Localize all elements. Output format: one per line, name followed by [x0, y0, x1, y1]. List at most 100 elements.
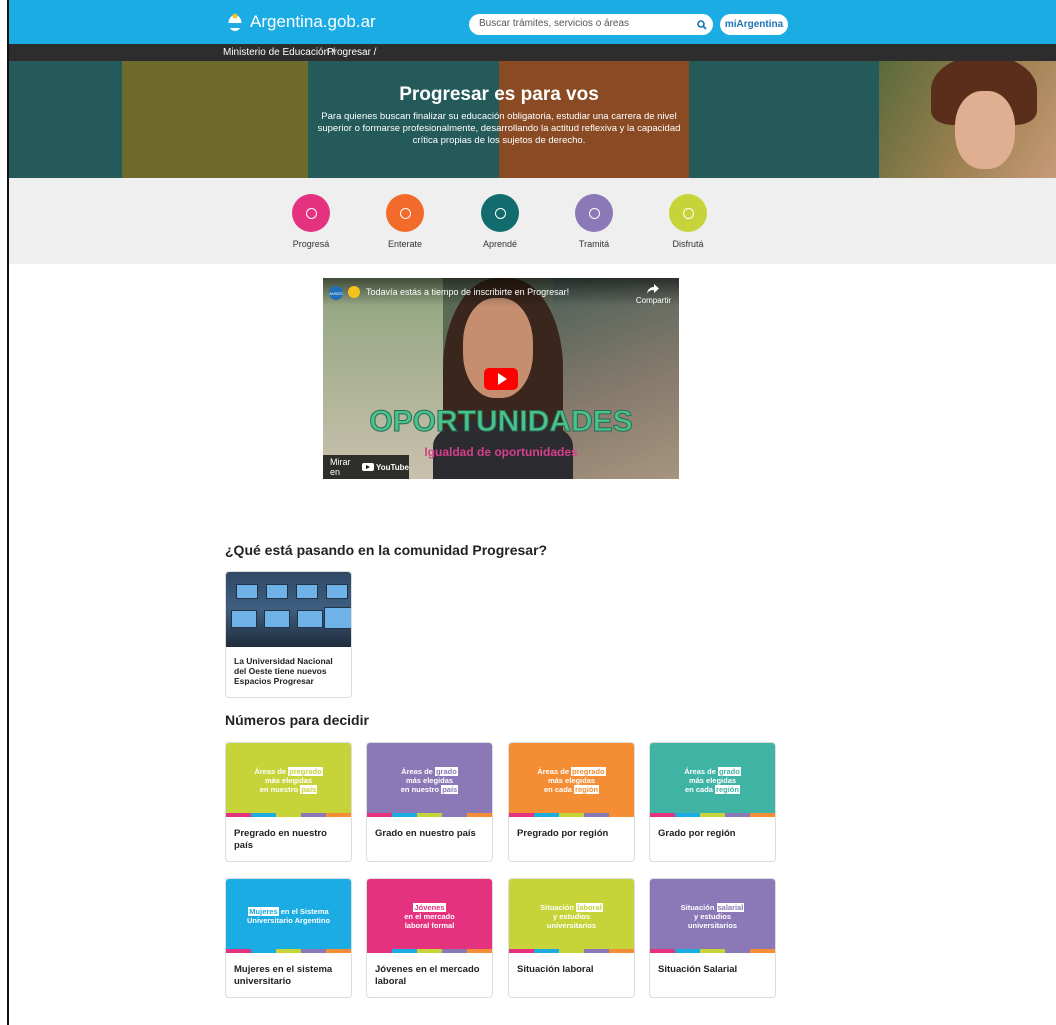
nav-item-enterate[interactable]: Enterate	[370, 194, 440, 249]
channel-avatar[interactable]: ANSES	[329, 286, 343, 300]
card-graphic-hl: laboral	[576, 902, 603, 912]
search-input[interactable]: Buscar trámites, servicios o áreas	[479, 18, 629, 29]
card-graphic-pre: Áreas de	[684, 766, 716, 776]
card-graphic-pre: Situación	[540, 902, 575, 912]
youtube-logo: YouTube	[361, 462, 409, 472]
color-bars	[509, 813, 634, 817]
breadcrumb-item-progresar[interactable]: Progresar /	[327, 47, 376, 58]
hero-banner: Progresar es para vos Para quienes busca…	[9, 61, 1056, 178]
card-graphic-hl: pregrado	[571, 766, 606, 776]
nav-circle	[386, 194, 424, 232]
nav-label: Aprendé	[482, 239, 518, 249]
circle-icon	[399, 207, 411, 219]
numbers-card[interactable]: Mujeres en el Sistema Universitario Argen…	[225, 878, 352, 998]
circle-icon	[682, 207, 694, 219]
search-box[interactable]: Buscar trámites, servicios o áreas	[469, 14, 713, 35]
miargentina-button[interactable]: miArgentina	[720, 14, 788, 35]
card-graphic-l3hl: país	[441, 784, 459, 794]
card-graphic-hl: Mujeres	[248, 907, 279, 916]
numbers-card-graphic-text: Situación salarial y estudios universitari…	[680, 902, 745, 930]
nav-item-disfruta[interactable]: Disfrutá	[653, 194, 723, 249]
youtube-wordmark: YouTube	[375, 462, 409, 472]
numbers-card[interactable]: Áreas de grado más elegidas en cada región…	[649, 742, 776, 862]
card-graphic-l3hl: región	[574, 784, 599, 794]
top-navbar: Argentina.gob.ar Buscar trámites, servic…	[9, 0, 1056, 44]
community-heading: ¿Qué está pasando en la comunidad Progre…	[225, 542, 548, 558]
numbers-card-title: Mujeres en el sistema universitario	[234, 964, 333, 987]
numbers-card-graphic-text: Jóvenes en el mercado laboral formal	[404, 902, 455, 930]
color-bars	[226, 813, 351, 817]
breadcrumb-item-ministerio[interactable]: Ministerio de Educación /	[223, 47, 335, 58]
numbers-card-image: Áreas de grado más elegidas en nuestro paí…	[367, 743, 492, 817]
nav-item-progresa[interactable]: Progresá	[276, 194, 346, 249]
numbers-card-title: Pregrado en nuestro país	[234, 828, 327, 851]
nav-circle	[481, 194, 519, 232]
nav-label: Enterate	[387, 239, 423, 249]
color-bars	[367, 949, 492, 953]
color-bars	[367, 813, 492, 817]
card-graphic-hl: grado	[434, 766, 458, 776]
video-embed[interactable]: ANSES Todavía estás a tiempo de inscribi…	[323, 278, 679, 479]
card-graphic-pre: Situación	[680, 902, 715, 912]
news-image	[226, 572, 351, 647]
card-graphic-l2: más elegidas	[405, 775, 454, 785]
card-graphic-pre: Áreas de	[537, 766, 570, 776]
numbers-card[interactable]: Jóvenes en el mercado laboral formal Jóvene…	[366, 878, 493, 998]
circle-icon	[494, 207, 506, 219]
share-label: Compartir	[635, 296, 671, 305]
numbers-heading: Números para decidir	[225, 712, 369, 728]
video-overlay-title: OPORTUNIDADES	[369, 405, 633, 439]
numbers-card[interactable]: Áreas de pregrado más elegidas en cada reg…	[508, 742, 635, 862]
numbers-card-graphic-text: Mujeres en el Sistema Universitario Argen…	[247, 907, 330, 925]
numbers-card[interactable]: Áreas de pregrado más elegidas en nuestro …	[225, 742, 352, 862]
numbers-card-title: Grado por región	[658, 828, 736, 839]
card-graphic-l3pre: universitarios	[687, 920, 738, 930]
color-bars	[226, 949, 351, 953]
play-button[interactable]	[484, 368, 518, 390]
news-card[interactable]: La Universidad Nacional del Oeste tiene …	[225, 571, 352, 698]
hero-text: Para quienes buscan finalizar su educaci…	[317, 111, 681, 146]
watch-on-label: Mirar en	[330, 457, 351, 477]
numbers-card-image: Áreas de pregrado más elegidas en nuestro …	[226, 743, 351, 817]
card-graphic-l3pre: en cada	[685, 784, 713, 794]
numbers-card-image: Jóvenes en el mercado laboral formal	[367, 879, 492, 953]
numbers-card-image: Áreas de grado más elegidas en cada región	[650, 743, 775, 817]
share-button[interactable]: Compartir	[636, 284, 671, 305]
numbers-card[interactable]: Áreas de grado más elegidas en nuestro paí…	[366, 742, 493, 862]
card-graphic-l2: más elegidas	[688, 775, 737, 785]
card-graphic-l3pre: universitarios	[546, 920, 597, 930]
card-graphic-pre: Áreas de	[254, 766, 287, 776]
numbers-card-graphic-text: Áreas de grado más elegidas en cada región	[684, 766, 741, 794]
card-graphic-l3pre: laboral formal	[404, 920, 455, 930]
play-icon	[497, 373, 507, 385]
card-graphic-post: en el Sistema	[278, 907, 329, 916]
card-graphic-l2: Universitario Argentino	[246, 916, 331, 925]
nav-circle	[292, 194, 330, 232]
card-graphic-l2: y estudios	[552, 911, 591, 921]
card-graphic-hl: grado	[717, 766, 741, 776]
share-arrow-icon	[647, 284, 660, 294]
numbers-card[interactable]: Situación salarial y estudios universitari…	[649, 878, 776, 998]
color-bars	[650, 949, 775, 953]
card-graphic-l3pre: en nuestro	[259, 784, 299, 794]
circle-icon	[305, 207, 317, 219]
card-graphic-hl: Jóvenes	[413, 902, 446, 912]
argentina-shield-icon	[228, 13, 242, 31]
card-graphic-hl: salarial	[716, 902, 745, 912]
nav-item-aprende[interactable]: Aprendé	[465, 194, 535, 249]
card-graphic-hl: pregrado	[288, 766, 323, 776]
numbers-card-graphic-text: Situación laboral y estudios universitario…	[540, 902, 603, 930]
section-nav: Progresá Enterate Aprendé Tramitá Disfru…	[9, 178, 1056, 264]
youtube-icon	[361, 463, 374, 471]
nav-item-tramita[interactable]: Tramitá	[559, 194, 629, 249]
watch-on-youtube-button[interactable]: Mirar en YouTube	[323, 455, 409, 479]
hero-color-block	[122, 61, 308, 178]
card-graphic-l3hl: región	[715, 784, 740, 794]
search-button[interactable]	[691, 14, 713, 35]
brand-link[interactable]: Argentina.gob.ar	[227, 12, 376, 32]
numbers-card[interactable]: Situación laboral y estudios universitario…	[508, 878, 635, 998]
circle-icon	[588, 207, 600, 219]
numbers-card-graphic-text: Áreas de pregrado más elegidas en cada reg…	[537, 766, 606, 794]
video-title[interactable]: Todavía estás a tiempo de inscribirte en…	[366, 287, 569, 297]
numbers-card-title: Grado en nuestro país	[375, 828, 476, 839]
